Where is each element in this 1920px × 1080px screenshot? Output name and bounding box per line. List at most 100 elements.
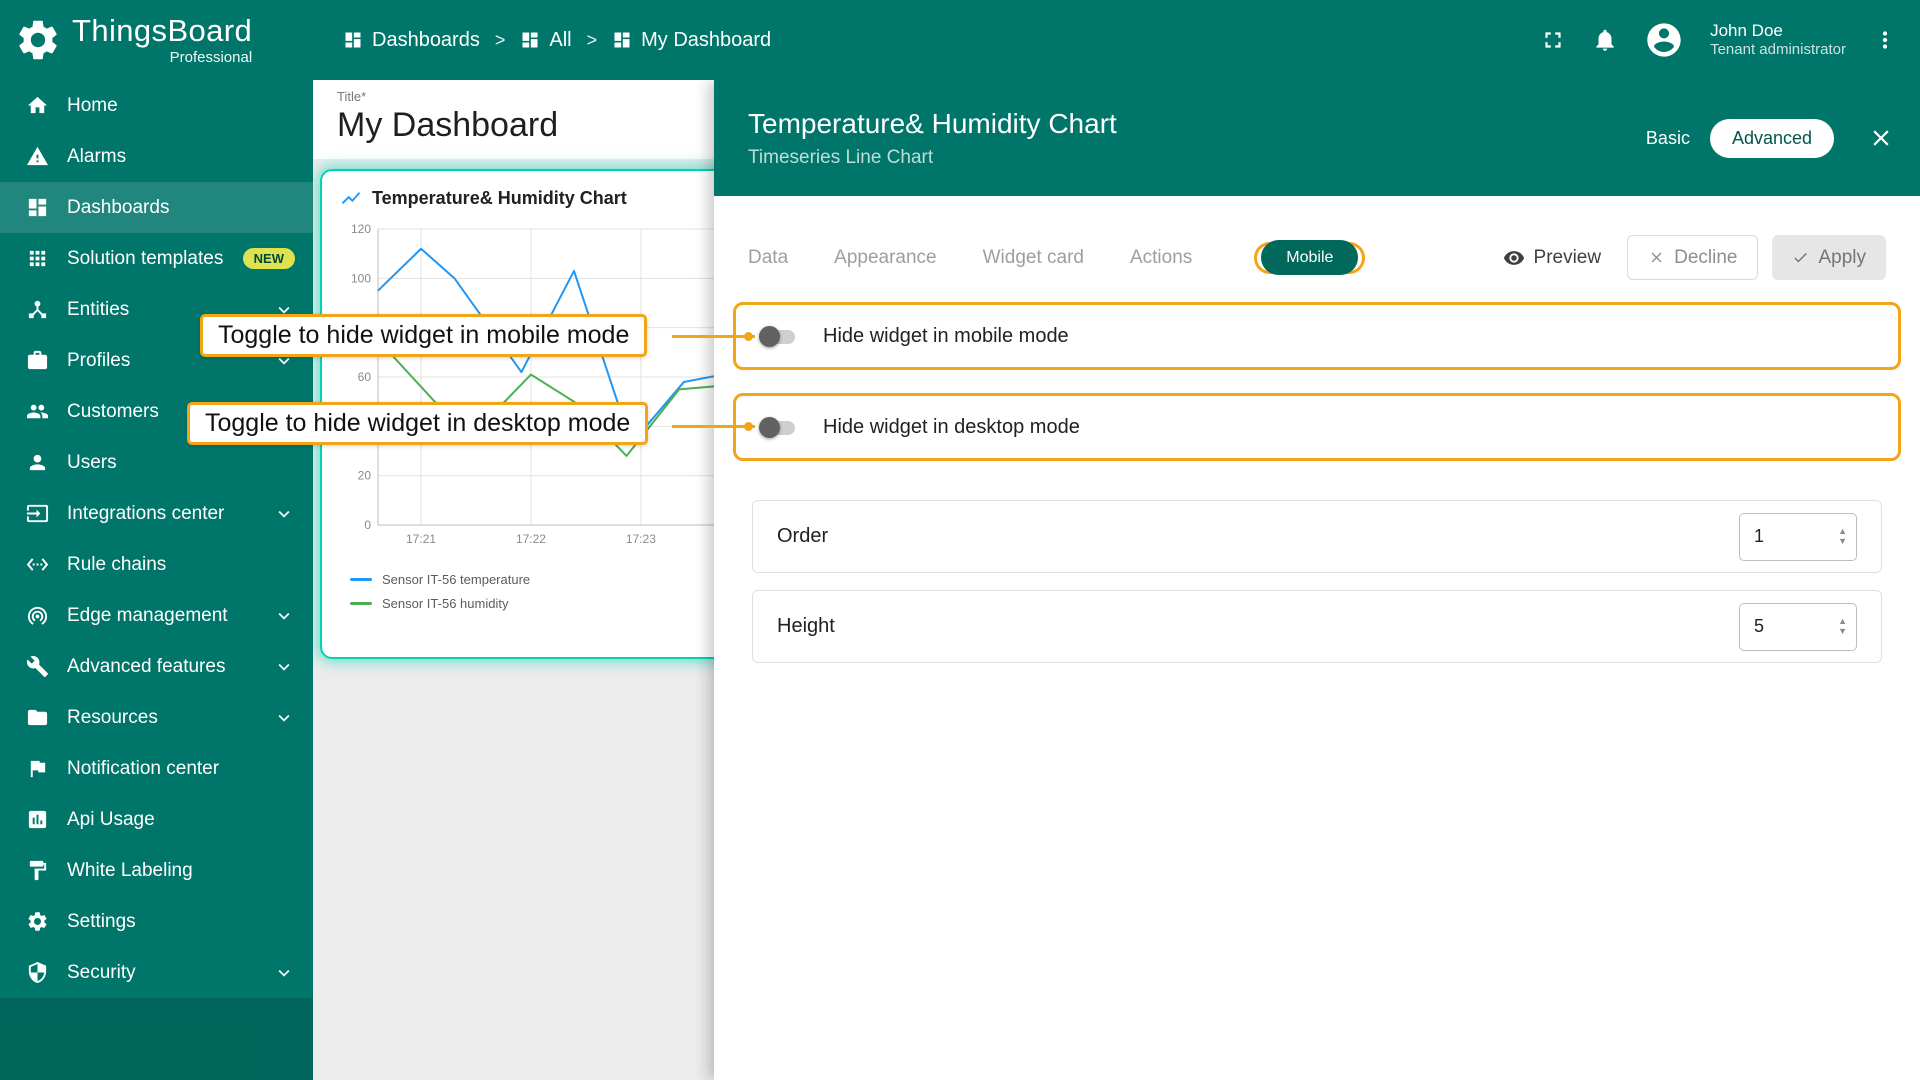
sidebar-item-dashboards[interactable]: Dashboards bbox=[0, 182, 313, 233]
basic-mode-option[interactable]: Basic bbox=[1628, 119, 1708, 158]
sidebar-item-white-labeling[interactable]: White Labeling bbox=[0, 845, 313, 896]
height-input[interactable] bbox=[1740, 604, 1824, 650]
sidebar-item-label: Edge management bbox=[67, 605, 228, 627]
tab-actions[interactable]: Actions bbox=[1130, 247, 1192, 269]
sidebar-item-edge-management[interactable]: Edge management bbox=[0, 590, 313, 641]
chevron-down-icon bbox=[273, 707, 295, 729]
height-field-label: Height bbox=[777, 615, 835, 638]
order-input-box: ▲▼ bbox=[1739, 513, 1857, 561]
svg-text:17:21: 17:21 bbox=[406, 532, 436, 546]
order-input[interactable] bbox=[1740, 514, 1824, 560]
basic-advanced-toggle: Basic Advanced bbox=[1628, 119, 1834, 158]
dashboard-icon bbox=[343, 30, 363, 50]
toggle-label: Hide widget in mobile mode bbox=[823, 325, 1069, 348]
close-button[interactable] bbox=[1868, 125, 1894, 151]
bar-chart-icon bbox=[26, 808, 49, 831]
shield-icon bbox=[26, 961, 49, 984]
input-icon bbox=[26, 502, 49, 525]
apply-button[interactable]: Apply bbox=[1772, 235, 1886, 280]
logo-subtitle: Professional bbox=[170, 49, 253, 66]
sidebar-item-home[interactable]: Home bbox=[0, 80, 313, 131]
code-brackets-icon bbox=[26, 553, 49, 576]
sidebar-item-solution-templates[interactable]: Solution templates NEW bbox=[0, 233, 313, 284]
dashboard-icon bbox=[520, 30, 540, 50]
svg-text:20: 20 bbox=[358, 469, 372, 483]
tab-mobile[interactable]: Mobile bbox=[1261, 240, 1358, 275]
callout-connector-line bbox=[672, 425, 755, 428]
toggle-thumb bbox=[759, 417, 780, 438]
people-icon bbox=[26, 400, 49, 423]
order-stepper[interactable]: ▲▼ bbox=[1838, 514, 1856, 560]
svg-text:17:22: 17:22 bbox=[516, 532, 546, 546]
device-hub-icon bbox=[26, 298, 49, 321]
breadcrumb-all[interactable]: All bbox=[520, 29, 571, 52]
sidebar-item-label: Entities bbox=[67, 299, 129, 321]
user-name: John Doe bbox=[1710, 20, 1846, 41]
sidebar-item-label: Rule chains bbox=[67, 554, 166, 576]
sidebar-item-label: Notification center bbox=[67, 758, 219, 780]
dashboard-icon bbox=[612, 30, 632, 50]
timeseries-chart: 02040608010012017:2117:2217:23 bbox=[340, 221, 714, 556]
chart-legend: Sensor IT-56 temperature Sensor IT-56 hu… bbox=[340, 572, 714, 611]
chevron-down-icon bbox=[273, 503, 295, 525]
legend-item[interactable]: Sensor IT-56 humidity bbox=[350, 596, 714, 611]
sidebar-item-rule-chains[interactable]: Rule chains bbox=[0, 539, 313, 590]
callout-hide-mobile: Toggle to hide widget in mobile mode bbox=[200, 314, 647, 357]
sidebar-item-label: Resources bbox=[67, 707, 158, 729]
sidebar-item-label: Security bbox=[67, 962, 136, 984]
warning-icon bbox=[26, 145, 49, 168]
svg-text:60: 60 bbox=[358, 370, 372, 384]
sidebar-item-label: Users bbox=[67, 452, 117, 474]
flag-icon bbox=[26, 757, 49, 780]
sidebar-item-notification-center[interactable]: Notification center bbox=[0, 743, 313, 794]
breadcrumb-dashboards[interactable]: Dashboards bbox=[343, 29, 480, 52]
sidebar-item-label: Settings bbox=[67, 911, 136, 933]
svg-text:0: 0 bbox=[364, 518, 371, 532]
decline-button[interactable]: Decline bbox=[1627, 235, 1758, 280]
sidebar-item-label: Solution templates bbox=[67, 248, 223, 270]
line-chart-icon bbox=[340, 187, 362, 209]
fullscreen-icon[interactable] bbox=[1540, 27, 1566, 53]
callout-connector-line bbox=[672, 335, 755, 338]
gear-icon bbox=[26, 910, 49, 933]
folder-icon bbox=[26, 706, 49, 729]
kebab-menu-icon[interactable] bbox=[1872, 27, 1898, 53]
sidebar-item-resources[interactable]: Resources bbox=[0, 692, 313, 743]
tab-data[interactable]: Data bbox=[748, 247, 788, 269]
dashboard-title-input[interactable]: My Dashboard bbox=[337, 106, 714, 145]
app-logo: ThingsBoard Professional bbox=[0, 15, 313, 66]
home-icon bbox=[26, 94, 49, 117]
sidebar-item-api-usage[interactable]: Api Usage bbox=[0, 794, 313, 845]
mobile-settings-fields: Order ▲▼ Height ▲▼ bbox=[752, 500, 1882, 663]
breadcrumb-label: My Dashboard bbox=[641, 29, 771, 52]
height-stepper[interactable]: ▲▼ bbox=[1838, 604, 1856, 650]
breadcrumb-label: All bbox=[549, 29, 571, 52]
sidebar-item-security[interactable]: Security bbox=[0, 947, 313, 998]
briefcase-icon bbox=[26, 349, 49, 372]
chevron-down-icon bbox=[273, 656, 295, 678]
details-subtitle: Timeseries Line Chart bbox=[748, 147, 1117, 169]
title-field-label: Title* bbox=[337, 89, 714, 104]
user-role: Tenant administrator bbox=[1710, 41, 1846, 60]
tab-appearance[interactable]: Appearance bbox=[834, 247, 936, 269]
callout-hide-desktop: Toggle to hide widget in desktop mode bbox=[187, 402, 648, 445]
advanced-mode-option[interactable]: Advanced bbox=[1710, 119, 1834, 158]
sidebar-item-advanced-features[interactable]: Advanced features bbox=[0, 641, 313, 692]
sidebar-item-integrations-center[interactable]: Integrations center bbox=[0, 488, 313, 539]
tab-widget-card[interactable]: Widget card bbox=[983, 247, 1084, 269]
sidebar-item-alarms[interactable]: Alarms bbox=[0, 131, 313, 182]
eye-icon bbox=[1503, 247, 1525, 269]
notifications-bell-icon[interactable] bbox=[1592, 27, 1618, 53]
breadcrumb-my-dashboard[interactable]: My Dashboard bbox=[612, 29, 771, 52]
hide-widget-desktop-toggle[interactable] bbox=[759, 417, 796, 438]
hide-widget-mobile-toggle[interactable] bbox=[759, 326, 796, 347]
chevron-down-icon bbox=[273, 962, 295, 984]
legend-item[interactable]: Sensor IT-56 temperature bbox=[350, 572, 714, 587]
check-icon bbox=[1792, 249, 1809, 266]
thingsboard-logo-icon bbox=[14, 16, 62, 64]
preview-button[interactable]: Preview bbox=[1491, 235, 1614, 280]
details-header: Temperature& Humidity Chart Timeseries L… bbox=[714, 80, 1920, 196]
dashboard-title-card: Title* My Dashboard bbox=[313, 80, 714, 159]
avatar[interactable] bbox=[1644, 20, 1684, 60]
sidebar-item-settings[interactable]: Settings bbox=[0, 896, 313, 947]
